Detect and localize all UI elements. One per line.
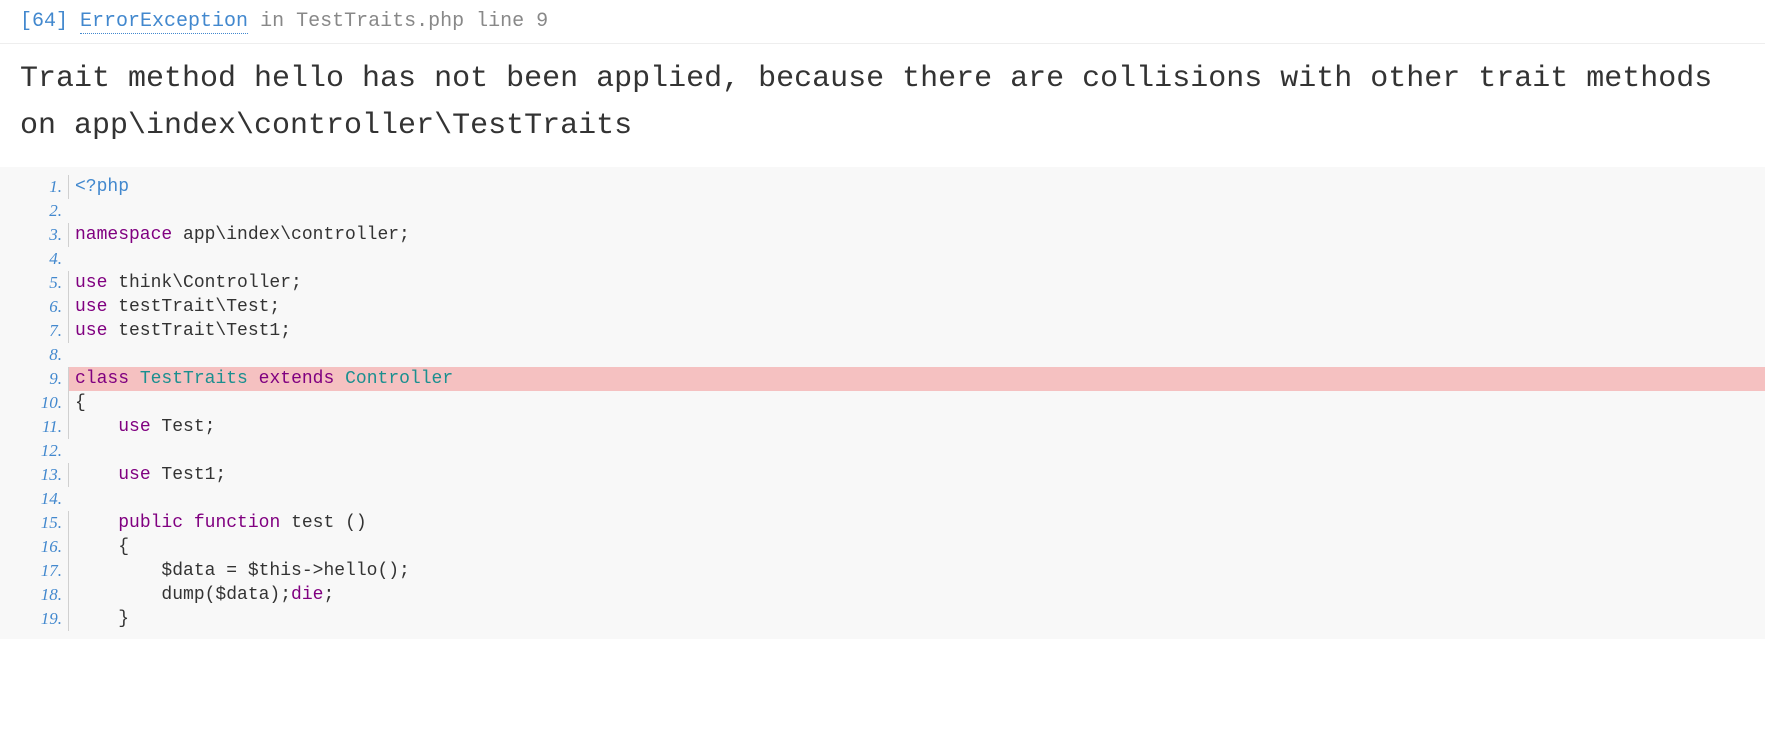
error-code: [64] [20,10,68,33]
source-line: 17. $data = $this->hello(); [0,559,1765,583]
source-line: 11. use Test; [0,415,1765,439]
line-number: 15. [0,511,68,535]
source-code-listing: 1.<?php2.3.namespace app\index\controlle… [0,175,1765,631]
line-content: public function test () [68,511,1765,535]
source-line: 1.<?php [0,175,1765,199]
line-number: 10. [0,391,68,415]
source-line: 9.class TestTraits extends Controller [0,367,1765,391]
line-content: $data = $this->hello(); [68,559,1765,583]
line-number: 9. [0,367,68,391]
line-number: 18. [0,583,68,607]
line-content: use Test1; [68,463,1765,487]
source-line: 8. [0,343,1765,367]
line-content: { [68,535,1765,559]
line-content: dump($data);die; [68,583,1765,607]
source-line: 16. { [0,535,1765,559]
line-content: } [68,607,1765,631]
line-number: 2. [0,199,68,223]
line-content: class TestTraits extends Controller [68,367,1765,391]
source-line: 19. } [0,607,1765,631]
line-number: 11. [0,415,68,439]
in-word: in [260,10,284,33]
line-content: <?php [68,175,1765,199]
line-number: 14. [0,487,68,511]
line-content: namespace app\index\controller; [68,223,1765,247]
source-line: 2. [0,199,1765,223]
line-number: 19. [0,607,68,631]
line-content: { [68,391,1765,415]
source-line: 12. [0,439,1765,463]
line-content: use Test; [68,415,1765,439]
line-number: 17. [0,559,68,583]
line-number: 3. [0,223,68,247]
error-message: Trait method hello has not been applied,… [0,44,1765,167]
source-line: 6.use testTrait\Test; [0,295,1765,319]
line-number: 4. [0,247,68,271]
line-number: 5. [0,271,68,295]
line-content: use testTrait\Test1; [68,319,1765,343]
source-line: 14. [0,487,1765,511]
line-number: 12. [0,439,68,463]
line-number: 7. [0,319,68,343]
source-line: 13. use Test1; [0,463,1765,487]
line-content: use testTrait\Test; [68,295,1765,319]
line-number: 13. [0,463,68,487]
source-line: 3.namespace app\index\controller; [0,223,1765,247]
source-line: 15. public function test () [0,511,1765,535]
source-line: 7.use testTrait\Test1; [0,319,1765,343]
line-number: 16. [0,535,68,559]
source-line: 5.use think\Controller; [0,271,1765,295]
line-content: use think\Controller; [68,271,1765,295]
line-number: 6. [0,295,68,319]
line-number: 1. [0,175,68,199]
exception-name-link[interactable]: ErrorException [80,10,248,34]
error-header: [64] ErrorException in TestTraits.php li… [0,0,1765,44]
source-line: 10.{ [0,391,1765,415]
source-code-panel: 1.<?php2.3.namespace app\index\controlle… [0,167,1765,639]
source-line: 18. dump($data);die; [0,583,1765,607]
line-number: 8. [0,343,68,367]
error-location: TestTraits.php line 9 [296,10,548,33]
source-line: 4. [0,247,1765,271]
